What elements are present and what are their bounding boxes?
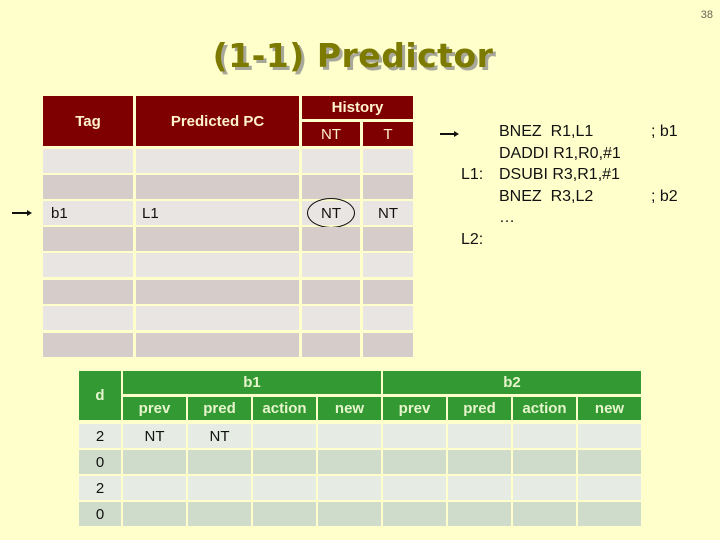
trace-cell-b1-pred <box>188 502 251 526</box>
trace-cell-b1-action <box>253 502 316 526</box>
trace-cell-d: 2 <box>79 476 121 500</box>
trace-cell-b2-new <box>578 450 641 474</box>
btb-cell-h1 <box>363 227 413 251</box>
code-instruction: BNEZ R3,L2 <box>499 187 594 205</box>
btb-cell-tag <box>43 280 133 304</box>
header-history-nt: NT <box>302 122 360 146</box>
btb-cell-tag <box>43 253 133 277</box>
code-instruction: DSUBI R3,R1,#1 <box>499 166 620 183</box>
btb-cell-h1 <box>363 175 413 199</box>
code-label: L1: <box>461 166 484 183</box>
btb-cell-pc: L1 <box>136 201 299 225</box>
btb-cell-pc <box>136 175 299 199</box>
code-instruction: DADDI R1,R0,#1 <box>499 144 621 162</box>
btb-cell-tag <box>43 306 133 330</box>
btb-cell-pc <box>136 253 299 277</box>
btb-cell-h0 <box>302 253 360 277</box>
header-b2-pred: pred <box>448 397 511 420</box>
trace-cell-b2-prev <box>383 424 446 448</box>
header-predicted-pc: Predicted PC <box>136 96 299 146</box>
code-comment: ; b1 <box>651 123 678 140</box>
trace-cell-b1-prev <box>123 450 186 474</box>
trace-cell-d: 0 <box>79 450 121 474</box>
trace-cell-b1-action <box>253 476 316 500</box>
btb-cell-tag <box>43 149 133 173</box>
trace-cell-b2-pred <box>448 450 511 474</box>
trace-cell-d: 2 <box>79 424 121 448</box>
header-history: History <box>302 96 413 119</box>
header-b2-new: new <box>578 397 641 420</box>
header-b2-prev: prev <box>383 397 446 420</box>
btb-cell-h0 <box>302 227 360 251</box>
btb-cell-h1 <box>363 149 413 173</box>
trace-cell-b1-new <box>318 424 381 448</box>
highlight-circle <box>307 198 355 228</box>
trace-cell-b1-pred <box>188 450 251 474</box>
header-group-b2: b2 <box>383 371 641 394</box>
btb-cell-h0 <box>302 280 360 304</box>
trace-cell-b2-new <box>578 502 641 526</box>
trace-cell-b2-pred <box>448 424 511 448</box>
header-tag: Tag <box>43 96 133 146</box>
trace-cell-b1-pred <box>188 476 251 500</box>
btb-cell-h1 <box>363 253 413 277</box>
btb-cell-tag <box>43 333 133 357</box>
trace-cell-b1-prev <box>123 476 186 500</box>
trace-cell-b1-prev <box>123 502 186 526</box>
current-entry-arrow-icon <box>12 210 32 216</box>
btb-cell-tag <box>43 227 133 251</box>
trace-cell-b2-action <box>513 476 576 500</box>
trace-cell-b1-new <box>318 476 381 500</box>
trace-cell-b2-action <box>513 450 576 474</box>
btb-cell-pc <box>136 333 299 357</box>
trace-cell-b2-new <box>578 476 641 500</box>
header-b1-action: action <box>253 397 316 420</box>
btb-cell-h1 <box>363 333 413 357</box>
btb-cell-h1 <box>363 280 413 304</box>
code-label: L2: <box>461 230 484 248</box>
btb-cell-tag: b1 <box>43 201 133 225</box>
trace-cell-b1-action <box>253 424 316 448</box>
header-history-t: T <box>363 122 413 146</box>
btb-cell-h0 <box>302 175 360 199</box>
header-b1-new: new <box>318 397 381 420</box>
trace-cell-b1-pred: NT <box>188 424 251 448</box>
btb-cell-h0 <box>302 333 360 357</box>
trace-cell-b1-new <box>318 450 381 474</box>
header-b1-pred: pred <box>188 397 251 420</box>
header-d: d <box>79 371 121 420</box>
trace-cell-b1-prev: NT <box>123 424 186 448</box>
trace-cell-b2-prev <box>383 476 446 500</box>
trace-cell-d: 0 <box>79 502 121 526</box>
header-b2-action: action <box>513 397 576 420</box>
code-comment: ; b2 <box>651 187 678 205</box>
btb-cell-h0 <box>302 306 360 330</box>
btb-cell-pc <box>136 149 299 173</box>
code-instruction: … <box>499 209 515 226</box>
btb-cell-h1 <box>363 306 413 330</box>
btb-cell-tag <box>43 175 133 199</box>
trace-cell-b2-new <box>578 424 641 448</box>
btb-cell-pc <box>136 306 299 330</box>
trace-cell-b1-action <box>253 450 316 474</box>
btb-cell-pc <box>136 227 299 251</box>
trace-cell-b2-pred <box>448 476 511 500</box>
btb-cell-pc <box>136 280 299 304</box>
current-instruction-arrow-icon <box>440 131 459 137</box>
trace-cell-b2-prev <box>383 450 446 474</box>
trace-cell-b2-prev <box>383 502 446 526</box>
page-number: 38 <box>700 9 713 21</box>
trace-cell-b1-new <box>318 502 381 526</box>
trace-cell-b2-action <box>513 502 576 526</box>
trace-cell-b2-pred <box>448 502 511 526</box>
code-instruction: BNEZ R1,L1 <box>499 123 594 140</box>
slide-title: (1-1) Predictor <box>212 36 494 75</box>
btb-cell-h1: NT <box>363 201 413 225</box>
header-b1-prev: prev <box>123 397 186 420</box>
header-group-b1: b1 <box>123 371 381 394</box>
btb-cell-h0 <box>302 149 360 173</box>
trace-cell-b2-action <box>513 424 576 448</box>
